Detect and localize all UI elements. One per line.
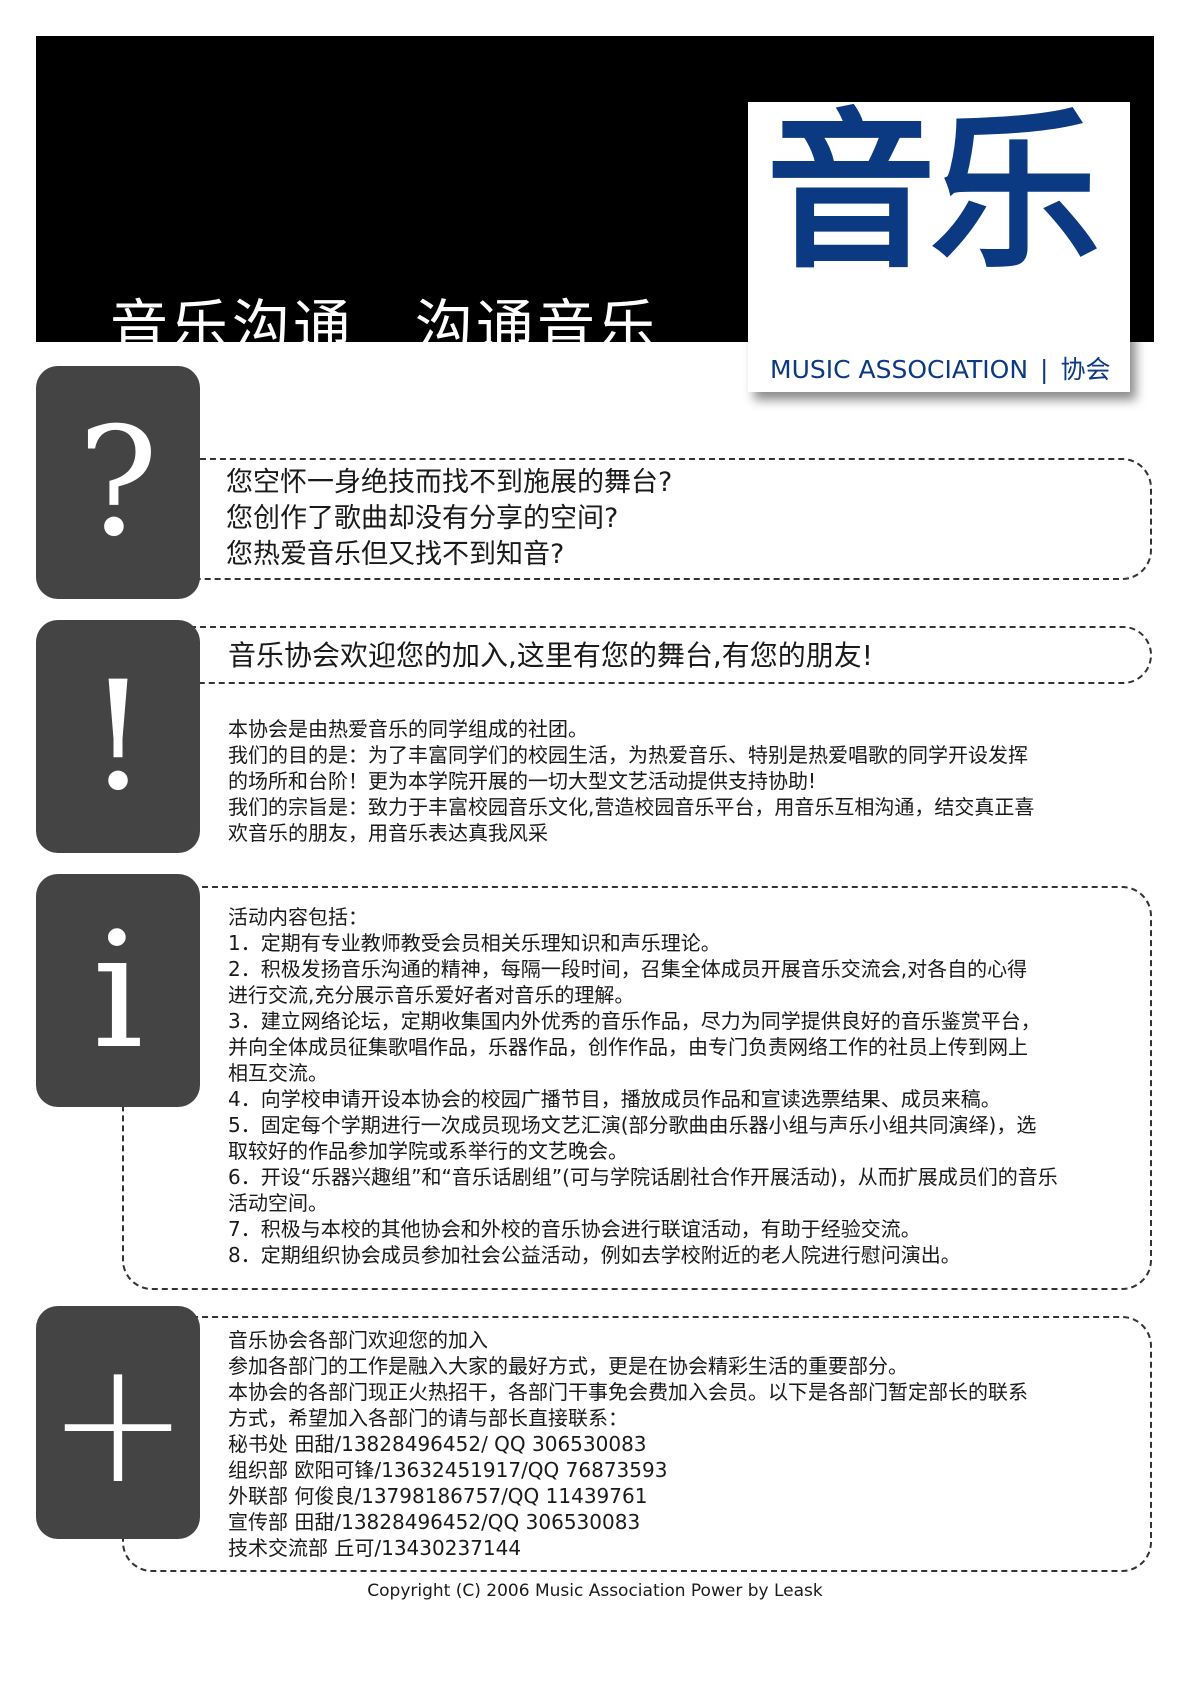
question-line: 您热爱音乐但又找不到知音? xyxy=(226,539,565,570)
activity-line: 进行交流,充分展示音乐爱好者对音乐的理解。 xyxy=(228,983,635,1007)
info-glyph: i xyxy=(92,897,144,1084)
slogan: 音乐沟通 沟通音乐 xyxy=(110,293,660,361)
activity-line: 1．定期有专业教师教受会员相关乐理知识和声乐理论。 xyxy=(228,931,721,955)
about-line: 我们的目的是：为了丰富同学们的校园生活，为热爱音乐、特别是热爱唱歌的同学开设发挥 xyxy=(228,743,1028,767)
plus-icon: + xyxy=(36,1306,200,1539)
copyright-footer: Copyright (C) 2006 Music Association Pow… xyxy=(367,1581,823,1601)
logo-sub-cn: 协会 xyxy=(1060,355,1111,384)
activity-line: 4．向学校申请开设本协会的校园广播节目，播放成员作品和宣读选票结果、成员来稿。 xyxy=(228,1087,1001,1111)
dept-line: 本协会的各部门现正火热招干，各部门干事免会费加入会员。以下是各部门暂定部长的联系 xyxy=(228,1380,1028,1404)
departments-block: 音乐协会各部门欢迎您的加入 参加各部门的工作是融入大家的最好方式，更是在协会精彩… xyxy=(228,1327,1028,1561)
activity-line: 相互交流。 xyxy=(228,1061,328,1085)
about-line: 本协会是由热爱音乐的同学组成的社团。 xyxy=(228,717,588,741)
question-icon: ? xyxy=(36,366,200,599)
activity-line: 取较好的作品参加学院或系举行的文艺晚会。 xyxy=(228,1139,628,1163)
logo-subtitle: MUSIC ASSOCIATION | 协会 xyxy=(770,350,1111,386)
activity-line: 7．积极与本校的其他协会和外校的音乐协会进行联谊活动，有助于经验交流。 xyxy=(228,1217,921,1241)
activity-line: 2．积极发扬音乐沟通的精神，每隔一段时间，召集全体成员开展音乐交流会,对各自的心… xyxy=(228,957,1028,981)
logo-separator: | xyxy=(1040,355,1049,384)
plus-glyph: + xyxy=(46,1323,190,1522)
dept-contact: 秘书处 田甜/13828496452/ QQ 306530083 xyxy=(228,1432,647,1456)
question-line: 您空怀一身绝技而找不到施展的舞台? xyxy=(226,467,673,498)
activity-line: 5．固定每个学期进行一次成员现场文艺汇演(部分歌曲由乐器小组与声乐小组共同演绎)… xyxy=(228,1113,1037,1137)
logo-sub-en: MUSIC ASSOCIATION xyxy=(770,355,1029,384)
activity-line: 活动空间。 xyxy=(228,1191,328,1215)
activity-line: 8．定期组织协会成员参加社会公益活动，例如去学校附近的老人院进行慰问演出。 xyxy=(228,1243,961,1267)
exclaim-glyph: ! xyxy=(87,649,149,824)
dept-line: 方式，希望加入各部门的请与部长直接联系： xyxy=(228,1406,628,1430)
about-line: 我们的宗旨是：致力于丰富校园音乐文化,营造校园音乐平台，用音乐互相沟通，结交真正… xyxy=(228,795,1035,819)
dept-contact: 宣传部 田甜/13828496452/QQ 306530083 xyxy=(228,1510,641,1534)
about-line: 的场所和台阶！更为本学院开展的一切大型文艺活动提供支持协助! xyxy=(228,769,817,793)
dept-contact: 组织部 欧阳可锋/13632451917/QQ 76873593 xyxy=(228,1458,668,1482)
info-icon: i xyxy=(36,874,200,1107)
dept-line: 参加各部门的工作是融入大家的最好方式，更是在协会精彩生活的重要部分。 xyxy=(228,1354,908,1378)
logo-title: 音乐 xyxy=(766,94,1100,292)
music-association-logo: 音乐 MUSIC ASSOCIATION | 协会 xyxy=(748,102,1130,392)
dept-contact: 技术交流部 丘可/13430237144 xyxy=(228,1536,522,1560)
about-block: 本协会是由热爱音乐的同学组成的社团。 我们的目的是：为了丰富同学们的校园生活，为… xyxy=(228,716,1034,846)
dept-line: 音乐协会各部门欢迎您的加入 xyxy=(228,1328,488,1352)
question-glyph: ? xyxy=(77,395,159,570)
dept-contact: 外联部 何俊良/13798186757/QQ 11439761 xyxy=(228,1484,648,1508)
activity-line: 6．开设“乐器兴趣组”和“音乐话剧组”(可与学院话剧社合作开展活动)，从而扩展成… xyxy=(228,1165,1058,1189)
welcome-text: 音乐协会欢迎您的加入,这里有您的舞台,有您的朋友! xyxy=(228,639,874,672)
activity-line: 活动内容包括： xyxy=(228,905,368,929)
questions-block: 您空怀一身绝技而找不到施展的舞台? 您创作了歌曲却没有分享的空间? 您热爱音乐但… xyxy=(226,465,672,573)
exclaim-icon: ! xyxy=(36,620,200,853)
about-line: 欢音乐的朋友，用音乐表达真我风采 xyxy=(228,821,548,845)
question-line: 您创作了歌曲却没有分享的空间? xyxy=(226,503,619,534)
activity-line: 3．建立网络论坛，定期收集国内外优秀的音乐作品，尽力为同学提供良好的音乐鉴赏平台… xyxy=(228,1009,1041,1033)
activities-block: 活动内容包括： 1．定期有专业教师教受会员相关乐理知识和声乐理论。 2．积极发扬… xyxy=(228,904,1058,1268)
activity-line: 并向全体成员征集歌唱作品，乐器作品，创作作品，由专门负责网络工作的社员上传到网上 xyxy=(228,1035,1028,1059)
